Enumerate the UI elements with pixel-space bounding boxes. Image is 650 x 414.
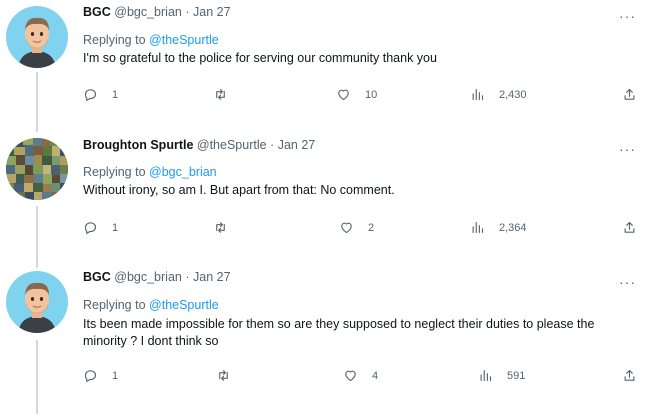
replying-to: Replying to @theSpurtle bbox=[83, 298, 219, 312]
reply-icon bbox=[84, 370, 97, 382]
avatar[interactable] bbox=[6, 138, 68, 200]
like-count: 10 bbox=[365, 88, 378, 101]
mosaic-avatar-image bbox=[6, 138, 68, 200]
separator-dot: · bbox=[270, 138, 275, 152]
tweet[interactable]: BGC @bgc_brian · Jan 27 ··· Replying to … bbox=[0, 0, 650, 132]
replying-prefix: Replying to bbox=[83, 298, 146, 312]
reply-count: 1 bbox=[112, 221, 119, 234]
user-handle[interactable]: @bgc_brian bbox=[114, 5, 182, 19]
mention-link[interactable]: @bgc_brian bbox=[149, 165, 217, 179]
reply-icon bbox=[84, 89, 97, 101]
heart-icon bbox=[341, 222, 352, 234]
tweet[interactable]: Broughton Spurtle @theSpurtle · Jan 27 ·… bbox=[0, 132, 650, 266]
tweet-text: Its been made impossible for them so are… bbox=[83, 317, 595, 348]
retweet-icon bbox=[216, 222, 225, 233]
retweet-icon bbox=[216, 89, 225, 100]
replying-to: Replying to @bgc_brian bbox=[83, 165, 217, 179]
more-icon[interactable]: ··· bbox=[619, 8, 636, 24]
share-icon bbox=[624, 221, 635, 233]
replying-prefix: Replying to bbox=[83, 33, 146, 47]
like-count: 2 bbox=[368, 221, 375, 234]
like-button[interactable]: 2 bbox=[339, 220, 374, 235]
tweet-text: Without irony, so am I. But apart from t… bbox=[83, 183, 395, 197]
avatar[interactable] bbox=[6, 271, 68, 333]
retweet-icon bbox=[219, 370, 228, 381]
more-icon[interactable]: ··· bbox=[619, 274, 636, 290]
views-button[interactable]: 591 bbox=[478, 368, 525, 383]
memoji-avatar-image bbox=[6, 271, 68, 333]
views-icon bbox=[472, 88, 484, 101]
tweet-header: Broughton Spurtle @theSpurtle · Jan 27 bbox=[83, 138, 315, 152]
share-icon bbox=[624, 88, 635, 100]
avatar[interactable] bbox=[6, 6, 68, 68]
retweet-button[interactable] bbox=[213, 220, 242, 235]
tweet-text: I'm so grateful to the police for servin… bbox=[83, 51, 437, 65]
heart-icon bbox=[338, 89, 349, 101]
replying-to: Replying to @theSpurtle bbox=[83, 33, 219, 47]
share-icon bbox=[624, 369, 635, 381]
reply-count: 1 bbox=[112, 88, 119, 101]
share-button[interactable] bbox=[622, 220, 637, 235]
views-count: 2,364 bbox=[499, 221, 527, 234]
tweet-header: BGC @bgc_brian · Jan 27 bbox=[83, 5, 231, 19]
like-count: 4 bbox=[372, 369, 379, 382]
more-icon[interactable]: ··· bbox=[619, 141, 636, 157]
user-handle[interactable]: @bgc_brian bbox=[114, 270, 182, 284]
tweet-date[interactable]: Jan 27 bbox=[193, 5, 231, 19]
display-name[interactable]: BGC bbox=[83, 5, 111, 19]
reply-thread: BGC @bgc_brian · Jan 27 ··· Replying to … bbox=[0, 0, 650, 414]
replying-prefix: Replying to bbox=[83, 165, 146, 179]
views-icon bbox=[480, 369, 492, 382]
reply-button[interactable]: 1 bbox=[83, 220, 118, 235]
reply-button[interactable]: 1 bbox=[83, 87, 118, 102]
like-button[interactable]: 10 bbox=[336, 87, 377, 102]
mention-link[interactable]: @theSpurtle bbox=[149, 33, 219, 47]
views-count: 2,430 bbox=[499, 88, 527, 101]
share-button[interactable] bbox=[622, 368, 637, 383]
display-name[interactable]: BGC bbox=[83, 270, 111, 284]
reply-icon bbox=[84, 222, 97, 234]
separator-dot: · bbox=[185, 5, 190, 19]
tweet-date[interactable]: Jan 27 bbox=[193, 270, 231, 284]
views-icon bbox=[472, 221, 484, 234]
memoji-avatar-image bbox=[6, 6, 68, 68]
tweet[interactable]: BGC @bgc_brian · Jan 27 ··· Replying to … bbox=[0, 266, 650, 414]
reply-count: 1 bbox=[112, 369, 119, 382]
user-handle[interactable]: @theSpurtle bbox=[197, 138, 267, 152]
like-button[interactable]: 4 bbox=[343, 368, 378, 383]
retweet-button[interactable] bbox=[216, 368, 245, 383]
views-count: 591 bbox=[507, 369, 526, 382]
separator-dot: · bbox=[185, 270, 190, 284]
tweet-header: BGC @bgc_brian · Jan 27 bbox=[83, 270, 231, 284]
share-button[interactable] bbox=[622, 87, 637, 102]
display-name[interactable]: Broughton Spurtle bbox=[83, 138, 193, 152]
retweet-button[interactable] bbox=[213, 87, 242, 102]
mention-link[interactable]: @theSpurtle bbox=[149, 298, 219, 312]
views-button[interactable]: 2,364 bbox=[470, 220, 527, 235]
views-button[interactable]: 2,430 bbox=[470, 87, 527, 102]
heart-icon bbox=[345, 370, 356, 382]
tweet-date[interactable]: Jan 27 bbox=[278, 138, 316, 152]
reply-button[interactable]: 1 bbox=[83, 368, 118, 383]
